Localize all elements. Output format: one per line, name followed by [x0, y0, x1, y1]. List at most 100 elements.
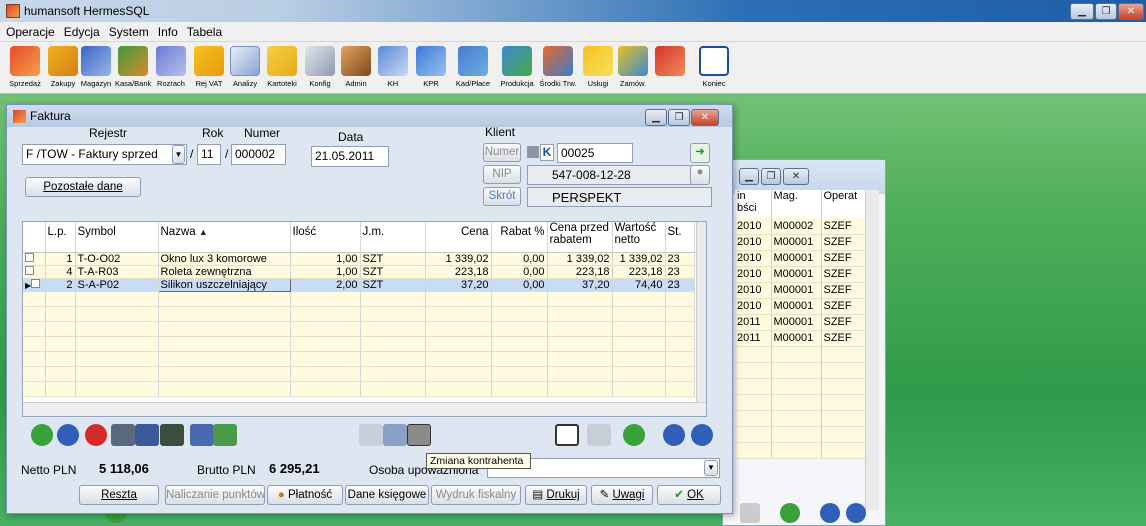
- main-toolbar: Sprzedaż Zakupy Magazyn Kasa/Bank Rozrac…: [0, 42, 1146, 94]
- barcode-icon[interactable]: [160, 424, 184, 446]
- table-row[interactable]: 1 T-O-O02 Okno lux 3 komorowe 1,00 SZT 1…: [23, 252, 695, 266]
- col-jm[interactable]: J.m.: [360, 222, 426, 253]
- toolbar-zamow2[interactable]: [650, 46, 690, 79]
- numer-field[interactable]: 000002: [231, 144, 286, 165]
- klient-numer-button[interactable]: Numer: [483, 143, 521, 162]
- refresh-icon[interactable]: [623, 424, 645, 446]
- export-icon[interactable]: [213, 424, 237, 446]
- col-cena-przed[interactable]: Cena przed rabatem: [547, 222, 613, 253]
- maximize-button[interactable]: ❐: [1095, 3, 1117, 20]
- toolbar-zamow[interactable]: Zamów.: [614, 46, 652, 88]
- toolbar-kasa-bank[interactable]: Kasa/Bank: [115, 46, 151, 88]
- toolbar-zakupy[interactable]: Zakupy: [46, 46, 80, 88]
- osoba-dropdown-button[interactable]: ▼: [704, 460, 718, 476]
- menu-tabela[interactable]: Tabela: [187, 25, 222, 39]
- klient-select-button[interactable]: ➜: [690, 143, 710, 163]
- bg-maximize-button[interactable]: ❐: [761, 168, 781, 185]
- menu-system[interactable]: System: [109, 25, 149, 39]
- klient-lookup-button[interactable]: ●: [690, 165, 710, 185]
- app-titlebar: humansoft HermesSQL ▁ ❐ ✕: [0, 0, 1146, 22]
- platnosc-button[interactable]: ● Płatność: [267, 485, 343, 505]
- col-wartosc[interactable]: Wartość netto: [612, 222, 666, 253]
- row-checkbox[interactable]: [23, 265, 46, 279]
- bg-vertical-scrollbar[interactable]: [865, 190, 879, 510]
- toolbar-kpr[interactable]: KPR: [414, 46, 448, 88]
- bg-minimize-button[interactable]: ▁: [739, 168, 759, 185]
- menubar: Operacje Edycja System Info Tabela: [0, 22, 1146, 42]
- copy-icon[interactable]: [587, 424, 611, 446]
- toolbar-srodki-trw[interactable]: Środki Trw.: [538, 46, 578, 88]
- col-lp[interactable]: L.p.: [45, 222, 76, 253]
- wydruk-fiskalny-button[interactable]: Wydruk fiskalny: [431, 485, 521, 505]
- klient-numer-field[interactable]: 00025: [557, 143, 633, 163]
- toolbar-produkcja[interactable]: Produkcja: [496, 46, 538, 88]
- col-st[interactable]: St.: [665, 222, 695, 253]
- toolbar-kh[interactable]: KH: [376, 46, 410, 88]
- toolbar-kartoteki[interactable]: Kartoteki: [264, 46, 300, 88]
- klient-skrot-button[interactable]: Skrót: [483, 187, 521, 206]
- toolbar-magazyn[interactable]: Magazyn: [80, 46, 112, 88]
- toolbar-konfig[interactable]: Konfig: [304, 46, 336, 88]
- change-contractor-icon[interactable]: [407, 424, 431, 446]
- menu-info[interactable]: Info: [158, 25, 178, 39]
- faktura-close-button[interactable]: ✕: [691, 109, 719, 126]
- reszta-button[interactable]: Reszta: [79, 485, 159, 505]
- col-symbol[interactable]: Symbol: [75, 222, 159, 253]
- menu-edycja[interactable]: Edycja: [64, 25, 100, 39]
- prev-record-icon[interactable]: [663, 424, 685, 446]
- production-icon: [502, 46, 532, 76]
- grid-horizontal-scrollbar[interactable]: [23, 402, 706, 416]
- bg-close-button[interactable]: ✕: [783, 168, 809, 185]
- naliczanie-punktow-button[interactable]: Naliczanie punktów: [165, 485, 265, 505]
- add-icon[interactable]: [31, 424, 53, 446]
- toolbar-sprzedaz[interactable]: Sprzedaż: [8, 46, 42, 88]
- toolbar-uslugi[interactable]: Usługi: [580, 46, 616, 88]
- menu-operacje[interactable]: Operacje: [6, 25, 55, 39]
- delete-icon[interactable]: [85, 424, 107, 446]
- klient-nip-field[interactable]: 547-008-12-28: [527, 165, 697, 185]
- row-checkbox[interactable]: [23, 252, 46, 266]
- pozostale-dane-button[interactable]: Pozostałe dane: [25, 177, 141, 197]
- grid-icon[interactable]: [135, 424, 159, 446]
- rejestr-select[interactable]: F /TOW - Faktury sprzed: [22, 144, 187, 165]
- col-ilosc[interactable]: Ilość: [290, 222, 361, 253]
- minimize-button[interactable]: ▁: [1070, 3, 1094, 20]
- faktura-maximize-button[interactable]: ❐: [668, 109, 690, 126]
- toolbar-rozrach[interactable]: Rozrach: [154, 46, 188, 88]
- faktura-minimize-button[interactable]: ▁: [645, 109, 667, 126]
- za-icon[interactable]: [359, 424, 383, 446]
- grid-vertical-scrollbar[interactable]: [696, 222, 706, 402]
- search-icon[interactable]: [57, 424, 79, 446]
- network-icon[interactable]: [190, 424, 214, 446]
- dane-ksiegowe-button[interactable]: Dane księgowe: [345, 485, 429, 505]
- rok-field[interactable]: 11: [197, 144, 221, 165]
- klient-nip-button[interactable]: NIP: [483, 165, 521, 184]
- orders-icon: [618, 46, 648, 76]
- data-field[interactable]: 21.05.2011: [311, 146, 389, 167]
- contractor-icon[interactable]: [383, 424, 407, 446]
- next-record-icon[interactable]: [691, 424, 713, 446]
- save-icon[interactable]: [555, 424, 579, 446]
- drukuj-button[interactable]: ▤ Drukuj: [525, 485, 587, 505]
- faktura-window: Faktura ▁ ❐ ✕ Rejestr Rok Numer Data F /…: [6, 104, 733, 514]
- col-nazwa[interactable]: Nazwa ▲: [158, 222, 291, 253]
- toolbar-analizy[interactable]: Analizy: [228, 46, 262, 88]
- klient-skrot-field[interactable]: PERSPEKT: [527, 187, 712, 207]
- toolbar-rej-vat[interactable]: Rej VAT: [192, 46, 226, 88]
- table-row[interactable]: 4 T-A-R03 Roleta zewnętrzna 1,00 SZT 223…: [23, 265, 695, 279]
- table-row-selected[interactable]: ▶ 2 S-A-P02 Silikon uszczelniający 2,00 …: [23, 277, 695, 292]
- col-cena[interactable]: Cena: [425, 222, 492, 253]
- rejestr-dropdown-button[interactable]: ▼: [172, 145, 185, 164]
- toolbar-admin[interactable]: Admin: [340, 46, 372, 88]
- toolbar-koniec[interactable]: Koniec: [696, 46, 732, 88]
- close-button[interactable]: ✕: [1118, 3, 1144, 20]
- link-icon[interactable]: [111, 424, 135, 446]
- col-rabat[interactable]: Rabat %: [491, 222, 548, 253]
- bg-col-header: in bści: [735, 190, 772, 218]
- ok-button[interactable]: ✔ OK: [657, 485, 721, 505]
- uwagi-button[interactable]: ✎ Uwagi: [591, 485, 653, 505]
- row-checkbox[interactable]: ▶: [23, 278, 46, 292]
- copy-icon: [740, 503, 760, 523]
- toolbar-kad-place[interactable]: Kad/Płace: [452, 46, 494, 88]
- background-window: ▁ ❐ ✕ in bści Mag. Operat 2010 M00002 SZEF 2…: [722, 159, 886, 526]
